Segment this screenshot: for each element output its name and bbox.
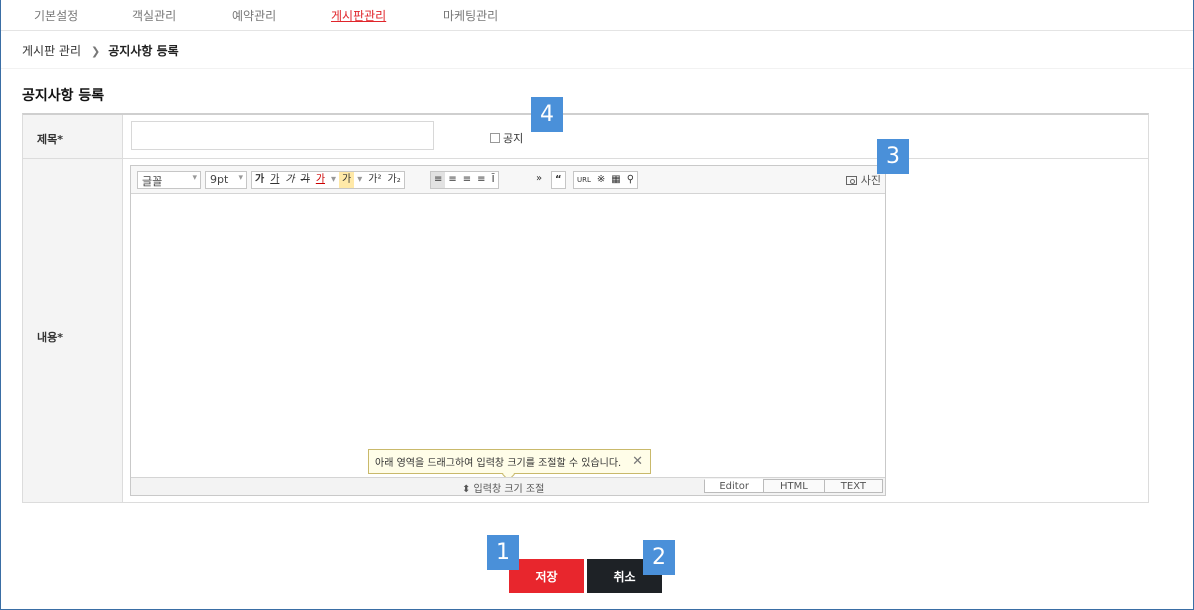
line-height-icon[interactable]: Ī xyxy=(489,172,498,188)
marker-4: 4 xyxy=(531,97,563,132)
breadcrumb-parent[interactable]: 게시판 관리 xyxy=(22,44,81,58)
resize-handle[interactable]: ⬍ 입력창 크기 조절 xyxy=(462,480,544,495)
table-icon[interactable]: ▦ xyxy=(608,172,623,188)
save-button[interactable]: 저장 xyxy=(509,559,584,593)
font-size-select-value: 9pt xyxy=(210,173,229,186)
strikethrough-icon[interactable]: 가 xyxy=(298,172,313,188)
chevron-right-icon: ❯ xyxy=(91,45,101,58)
font-color-icon[interactable]: 가 xyxy=(313,172,328,188)
insert-group: URL ※ ▦ ⚲ xyxy=(573,171,639,189)
notice-checkbox[interactable] xyxy=(490,133,500,143)
chevron-down-icon: ▾ xyxy=(192,173,197,183)
font-family-select[interactable]: 글꼴 ▾ xyxy=(137,171,201,189)
nav-item-marketing-management[interactable]: 마케팅관리 xyxy=(443,7,498,24)
top-navigation: 기본설정 객실관리 예약관리 게시판관리 마케팅관리 xyxy=(1,0,1193,31)
highlight-icon[interactable]: 가 xyxy=(339,172,355,188)
chevron-down-icon[interactable]: ▾ xyxy=(328,172,339,188)
resize-tooltip-text: 아래 영역을 드래그하여 입력창 크기를 조절할 수 있습니다. xyxy=(375,458,622,469)
editor-toolbar: 글꼴 ▾ 9pt ▾ 가 가 가 가 가 ▾ 가 ▾ 가² 가₂ ≡ ≡ ≡ ≡… xyxy=(131,166,885,194)
resize-tooltip: 아래 영역을 드래그하여 입력창 크기를 조절할 수 있습니다. ✕ xyxy=(368,449,651,474)
text-style-group: 가 가 가 가 가 ▾ 가 ▾ 가² 가₂ xyxy=(251,171,405,189)
title-input[interactable] xyxy=(131,121,434,150)
breadcrumb: 게시판 관리 ❯ 공지사항 등록 xyxy=(22,42,179,60)
divider xyxy=(1,68,1193,69)
underline-icon[interactable]: 가 xyxy=(267,172,282,188)
page-title: 공지사항 등록 xyxy=(22,88,105,104)
photo-button[interactable]: 사진 xyxy=(845,172,881,188)
quote-icon[interactable]: “ xyxy=(552,172,565,188)
align-right-icon[interactable]: ≡ xyxy=(460,172,474,188)
chevron-down-icon[interactable]: ▾ xyxy=(354,172,365,188)
marker-1: 1 xyxy=(487,535,519,570)
align-justify-icon[interactable]: ≡ xyxy=(474,172,488,188)
row-divider xyxy=(23,158,1148,159)
quote-group: “ xyxy=(551,171,566,189)
font-family-select-value: 글꼴 xyxy=(142,175,163,188)
title-label: 제목* xyxy=(37,133,63,146)
nav-item-board-management[interactable]: 게시판관리 xyxy=(331,7,386,24)
close-icon[interactable]: ✕ xyxy=(632,454,643,469)
find-icon[interactable]: ⚲ xyxy=(624,172,637,188)
nav-item-reservation-management[interactable]: 예약관리 xyxy=(232,7,276,24)
superscript-icon[interactable]: 가² xyxy=(365,172,384,188)
tab-editor[interactable]: Editor xyxy=(704,479,764,493)
notice-checkbox-label: 공지 xyxy=(503,132,524,145)
editor-mode-tabs: Editor HTML TEXT xyxy=(704,479,883,493)
marker-3: 3 xyxy=(877,139,909,174)
more-icon[interactable]: » xyxy=(533,171,545,187)
breadcrumb-current: 공지사항 등록 xyxy=(108,44,179,58)
editor-content-area[interactable] xyxy=(131,195,885,477)
notice-form: 제목* 공지 내용* 글꼴 ▾ 9pt ▾ 가 가 가 가 가 ▾ 가 ▾ 가²… xyxy=(22,113,1149,503)
subscript-icon[interactable]: 가₂ xyxy=(385,172,404,188)
notice-checkbox-group: 공지 xyxy=(490,130,523,146)
align-left-icon[interactable]: ≡ xyxy=(431,172,446,188)
photo-button-label: 사진 xyxy=(860,174,881,187)
align-center-icon[interactable]: ≡ xyxy=(445,172,459,188)
nav-item-room-management[interactable]: 객실관리 xyxy=(132,7,176,24)
marker-2: 2 xyxy=(643,540,675,575)
nav-item-basic-settings[interactable]: 기본설정 xyxy=(34,7,78,24)
content-label: 내용* xyxy=(37,331,63,344)
link-icon[interactable]: URL xyxy=(574,172,594,188)
tab-text[interactable]: TEXT xyxy=(823,479,883,493)
italic-icon[interactable]: 가 xyxy=(282,172,297,188)
camera-icon xyxy=(845,175,857,185)
bold-icon[interactable]: 가 xyxy=(252,172,267,188)
resize-bar: ⬍ 입력창 크기 조절 Editor HTML TEXT xyxy=(131,477,885,495)
special-char-icon[interactable]: ※ xyxy=(594,172,608,188)
label-column xyxy=(23,115,123,502)
font-size-select[interactable]: 9pt ▾ xyxy=(205,171,247,189)
chevron-down-icon: ▾ xyxy=(238,173,243,183)
tab-html[interactable]: HTML xyxy=(762,479,825,493)
rich-text-editor: 글꼴 ▾ 9pt ▾ 가 가 가 가 가 ▾ 가 ▾ 가² 가₂ ≡ ≡ ≡ ≡… xyxy=(130,165,886,496)
align-group: ≡ ≡ ≡ ≡ Ī xyxy=(430,171,499,189)
